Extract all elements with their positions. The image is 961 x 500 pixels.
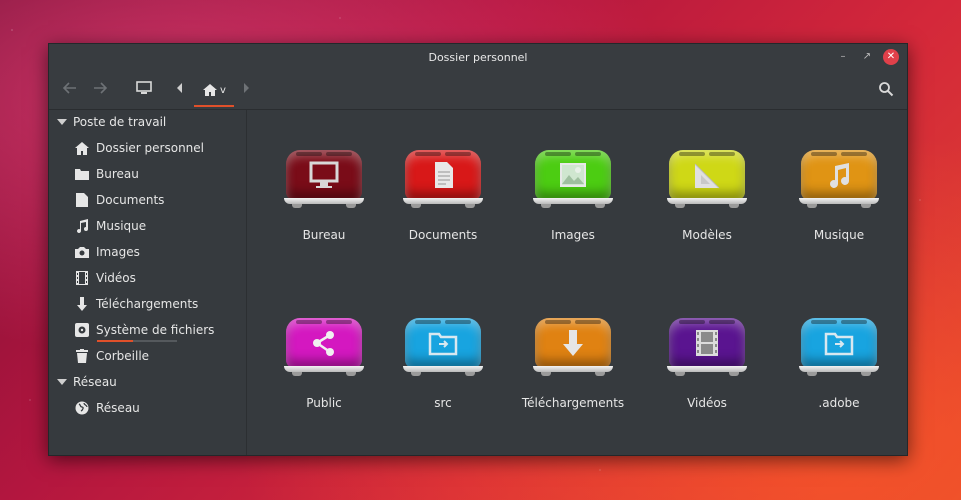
folder-tile[interactable]: Vidéos [647,316,767,410]
sidebar-item-network[interactable]: Réseau [75,398,140,418]
sidebar-item-label: Système de fichiers [96,323,215,337]
folder-toaster-icon [531,148,615,208]
folder-icon [75,167,89,181]
folder-tile[interactable]: Téléchargements [513,316,633,410]
film-icon [75,271,89,285]
folder-label: Documents [408,228,478,242]
sidebar-item-music[interactable]: Musique [75,216,146,236]
file-manager-window: Dossier personnel – ↗ ✕ v Poste de trava… [48,43,908,456]
trash-icon [75,349,89,363]
sidebar-item-documents[interactable]: Documents [75,190,164,210]
sidebar-item-label: Images [96,245,140,259]
music-icon [830,163,849,188]
folder-label: Bureau [302,228,346,242]
close-button[interactable]: ✕ [883,49,899,65]
sidebar-item-downloads[interactable]: Téléchargements [75,294,198,314]
folder-toaster-icon [401,148,485,208]
template-icon [694,163,720,189]
sidebar-item-label: Téléchargements [96,297,199,311]
toolbar: v [49,71,907,110]
forward-arrow-icon[interactable] [91,79,109,97]
folder-label: Modèles [682,228,732,242]
sidebar-item-images[interactable]: Images [75,242,140,262]
folder-label: Téléchargements [521,396,625,410]
monitor-icon [309,161,339,188]
sidebar: Poste de travail Dossier personnel Burea… [49,110,247,455]
sidebar-item-videos[interactable]: Vidéos [75,268,136,288]
usage-bar-fill [97,340,133,342]
back-arrow-icon[interactable] [61,79,79,97]
sidebar-item-label: Documents [96,193,165,207]
section-label: Réseau [73,375,117,389]
sidebar-item-label: Corbeille [96,349,150,363]
folder-label: .adobe [818,396,860,410]
folder-tile[interactable]: Documents [383,148,503,242]
film-icon [696,330,718,356]
folder-toaster-icon [282,148,366,208]
globe-icon [75,401,89,415]
sidebar-item-label: Dossier personnel [96,141,205,155]
share-icon [313,331,334,356]
folder-label: Public [306,396,342,410]
folder-tile[interactable]: Modèles [647,148,767,242]
folder-grid: Bureau Documents Images Modèles Musique Publi… [247,110,907,455]
folder-icon [428,332,458,356]
camera-icon [75,245,89,259]
download-icon [75,297,89,311]
minimize-button[interactable]: – [835,49,851,65]
titlebar: Dossier personnel – ↗ ✕ [49,44,907,71]
folder-tile[interactable]: Images [513,148,633,242]
filesystem-usage-bar [97,340,177,342]
disk-icon [75,323,89,337]
path-right-arrow-icon[interactable] [242,82,250,94]
folder-label: Musique [813,228,865,242]
folder-tile[interactable]: Public [264,316,384,410]
computer-icon[interactable] [135,80,153,96]
folder-tile[interactable]: src [383,316,503,410]
path-active-underline [194,105,234,107]
folder-label: Images [551,228,595,242]
document-icon [435,162,453,188]
section-header-network[interactable]: Réseau [57,375,117,389]
section-label: Poste de travail [73,115,167,129]
home-icon [75,141,89,155]
folder-label: Vidéos [687,396,727,410]
home-icon [203,84,218,96]
folder-toaster-icon [797,316,881,376]
sidebar-item-filesystem[interactable]: Système de fichiers [75,320,214,340]
folder-toaster-icon [665,316,749,376]
path-left-arrow-icon[interactable] [176,82,184,94]
path-dropdown-indicator: v [220,84,226,96]
sidebar-item-label: Vidéos [96,271,136,285]
sidebar-item-bureau[interactable]: Bureau [75,164,139,184]
sidebar-item-label: Musique [96,219,147,233]
collapse-triangle-icon [57,119,67,125]
path-home-button[interactable]: v [194,77,234,107]
section-header-workstation[interactable]: Poste de travail [57,115,166,129]
folder-toaster-icon [282,316,366,376]
maximize-button[interactable]: ↗ [859,49,875,65]
sidebar-item-label: Réseau [96,401,140,415]
sidebar-item-trash[interactable]: Corbeille [75,346,149,366]
collapse-triangle-icon [57,379,67,385]
search-icon[interactable] [878,81,894,97]
sidebar-item-label: Bureau [96,167,139,181]
window-title: Dossier personnel [428,51,528,64]
folder-label: src [434,396,452,410]
folder-toaster-icon [531,316,615,376]
folder-tile[interactable]: .adobe [779,316,899,410]
folder-toaster-icon [401,316,485,376]
folder-toaster-icon [665,148,749,208]
image-icon [560,163,586,187]
document-icon [75,193,89,207]
music-icon [75,219,89,233]
download-icon [563,330,583,356]
folder-toaster-icon [797,148,881,208]
folder-tile[interactable]: Musique [779,148,899,242]
folder-icon [824,332,854,356]
folder-tile[interactable]: Bureau [264,148,384,242]
sidebar-item-home[interactable]: Dossier personnel [75,138,204,158]
